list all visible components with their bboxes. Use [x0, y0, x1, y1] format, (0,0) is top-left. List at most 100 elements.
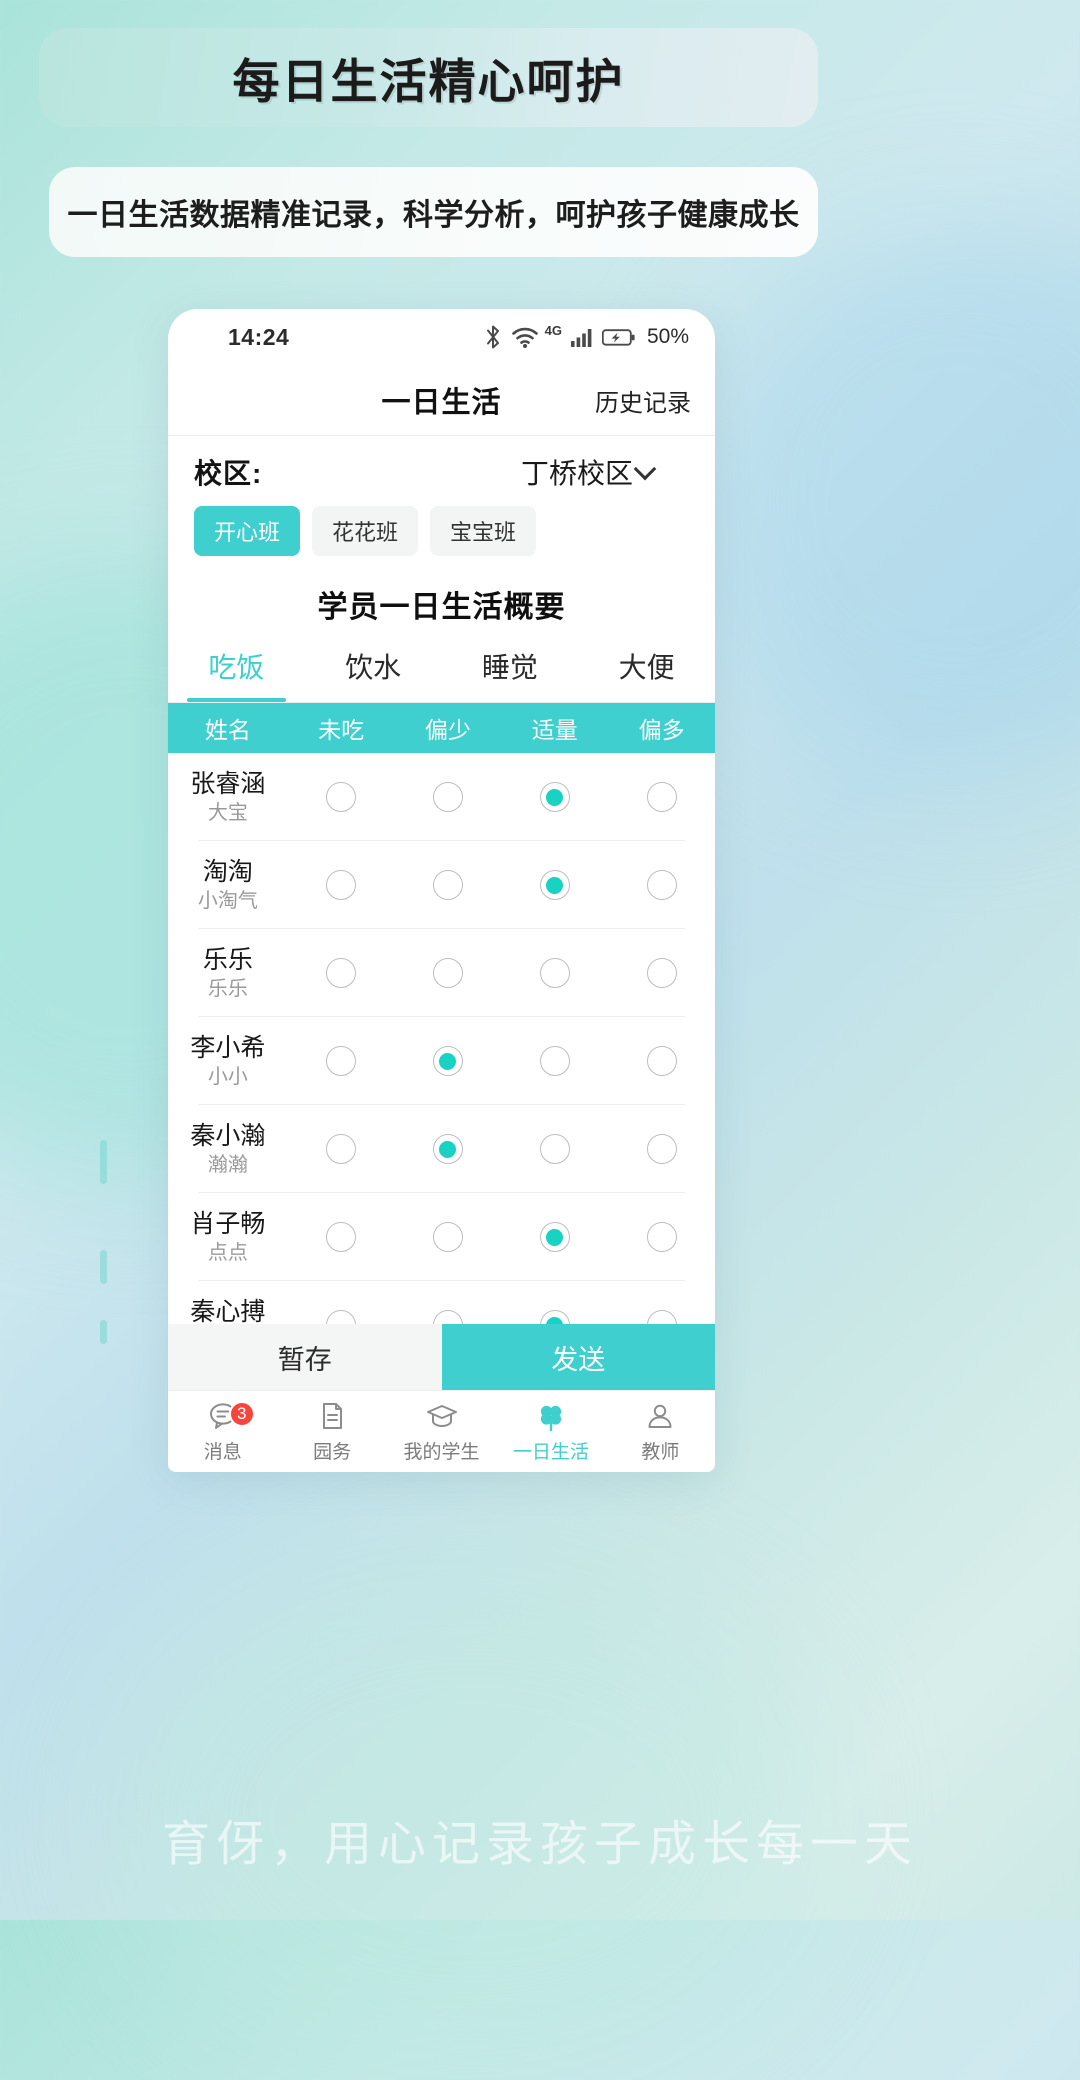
student-nickname: 乐乐 — [207, 978, 248, 1001]
radio-cell-right[interactable] — [501, 958, 608, 988]
radio-cell-much[interactable] — [608, 1134, 715, 1164]
radio-cell-few[interactable] — [395, 782, 502, 812]
radio-cell-none[interactable] — [288, 1046, 395, 1076]
radio-right[interactable] — [539, 1222, 570, 1252]
app-nav-bar: 一日生活 历史记录 — [168, 365, 715, 435]
radio-none[interactable] — [326, 870, 357, 900]
radio-cell-none[interactable] — [288, 1222, 395, 1252]
document-icon — [315, 1399, 349, 1433]
campus-value-text: 丁桥校区 — [520, 458, 633, 489]
student-name: 乐乐 — [202, 945, 253, 974]
radio-much[interactable] — [646, 1046, 677, 1076]
class-chip-2[interactable]: 宝宝班 — [430, 506, 537, 556]
student-name: 秦小瀚 — [190, 1121, 266, 1150]
tab-bar-item-teacher[interactable]: 教师 — [606, 1391, 715, 1472]
radio-cell-much[interactable] — [608, 1222, 715, 1252]
column-header-few: 偏少 — [424, 717, 471, 743]
radio-cell-right[interactable] — [501, 1134, 608, 1164]
class-chip-1[interactable]: 花花班 — [312, 506, 419, 556]
radio-none[interactable] — [326, 1222, 357, 1252]
side-accent-mark — [100, 1140, 107, 1184]
radio-cell-none[interactable] — [288, 782, 395, 812]
radio-right[interactable] — [539, 958, 570, 988]
send-button[interactable]: 发送 — [441, 1324, 715, 1390]
student-nickname: 瀚瀚 — [207, 1154, 248, 1177]
promo-title-banner: 每日生活精心呵护 — [39, 28, 818, 127]
radio-few[interactable] — [432, 1222, 463, 1252]
tab-water[interactable]: 饮水 — [305, 636, 442, 702]
radio-cell-much[interactable] — [608, 782, 715, 812]
radio-cell-none[interactable] — [288, 870, 395, 900]
class-chip-0[interactable]: 开心班 — [194, 506, 301, 556]
tab-meal[interactable]: 吃饭 — [168, 636, 305, 702]
campus-label: 校区: — [194, 458, 263, 489]
radio-none[interactable] — [326, 1046, 357, 1076]
student-nickname: 大宝 — [207, 802, 248, 825]
radio-much[interactable] — [646, 1134, 677, 1164]
student-name: 张睿涵 — [190, 769, 266, 798]
tab-stool[interactable]: 大便 — [578, 636, 715, 702]
background-blob-right — [680, 220, 1080, 780]
side-accent-mark — [100, 1320, 107, 1344]
radio-few[interactable] — [432, 782, 463, 812]
class-chip-list: 开心班 花花班 宝宝班 — [168, 498, 715, 560]
radio-right[interactable] — [539, 782, 570, 812]
radio-cell-none[interactable] — [288, 958, 395, 988]
radio-cell-right[interactable] — [501, 870, 608, 900]
radio-few[interactable] — [432, 958, 463, 988]
radio-cell-much[interactable] — [608, 958, 715, 988]
radio-none[interactable] — [326, 958, 357, 988]
battery-icon — [601, 328, 636, 347]
radio-cell-few[interactable] — [395, 1134, 502, 1164]
student-nickname: 小小 — [207, 1066, 248, 1089]
radio-none[interactable] — [326, 1134, 357, 1164]
radio-right[interactable] — [539, 1134, 570, 1164]
column-header-none: 未吃 — [318, 717, 365, 743]
tab-sleep[interactable]: 睡觉 — [442, 636, 579, 702]
tab-bar-item-affairs[interactable]: 园务 — [277, 1391, 386, 1472]
student-name: 李小希 — [190, 1033, 266, 1062]
radio-cell-few[interactable] — [395, 870, 502, 900]
status-time: 14:24 — [228, 323, 290, 350]
promo-subtitle-banner: 一日生活数据精准记录，科学分析，呵护孩子健康成长 — [49, 167, 818, 257]
history-link[interactable]: 历史记录 — [595, 383, 691, 418]
radio-much[interactable] — [646, 870, 677, 900]
radio-much[interactable] — [646, 958, 677, 988]
column-header-name: 姓名 — [204, 717, 251, 743]
radio-right[interactable] — [539, 870, 570, 900]
radio-cell-much[interactable] — [608, 1046, 715, 1076]
tab-bar-item-students[interactable]: 我的学生 — [387, 1391, 496, 1472]
radio-much[interactable] — [646, 782, 677, 812]
radio-cell-right[interactable] — [501, 782, 608, 812]
table-row: 张睿涵 大宝 — [168, 753, 715, 841]
tab-bar-item-messages[interactable]: 3 消息 — [168, 1391, 277, 1472]
radio-cell-right[interactable] — [501, 1046, 608, 1076]
table-row: 肖子畅 点点 — [168, 1193, 715, 1281]
student-name-cell: 淘淘 小淘气 — [168, 857, 288, 914]
radio-cell-few[interactable] — [395, 958, 502, 988]
table-header: 姓名 未吃 偏少 适量 偏多 — [168, 703, 715, 753]
radio-cell-right[interactable] — [501, 1222, 608, 1252]
radio-none[interactable] — [326, 782, 357, 812]
signal-icon — [570, 326, 594, 348]
radio-cell-none[interactable] — [288, 1134, 395, 1164]
battery-percent-label: 50% — [646, 325, 689, 348]
table-row: 秦小瀚 瀚瀚 — [168, 1105, 715, 1193]
status-bar: 14:24 4G 50% — [168, 309, 715, 365]
radio-few[interactable] — [432, 1046, 463, 1076]
campus-dropdown[interactable]: 丁桥校区 — [520, 452, 657, 492]
student-name-cell: 李小希 小小 — [168, 1033, 288, 1090]
radio-few[interactable] — [432, 1134, 463, 1164]
student-name: 肖子畅 — [190, 1209, 266, 1238]
radio-cell-much[interactable] — [608, 870, 715, 900]
radio-cell-few[interactable] — [395, 1046, 502, 1076]
save-draft-button[interactable]: 暂存 — [168, 1324, 442, 1390]
campus-selector-row: 校区: 丁桥校区 — [168, 436, 715, 498]
bottom-tab-bar: 3 消息 园务 我的学生 一日生活 教师 — [168, 1390, 715, 1472]
radio-cell-few[interactable] — [395, 1222, 502, 1252]
radio-few[interactable] — [432, 870, 463, 900]
tab-bar-item-daily-life[interactable]: 一日生活 — [496, 1391, 605, 1472]
radio-right[interactable] — [539, 1046, 570, 1076]
status-icons: 4G 50% — [483, 323, 689, 350]
radio-much[interactable] — [646, 1222, 677, 1252]
